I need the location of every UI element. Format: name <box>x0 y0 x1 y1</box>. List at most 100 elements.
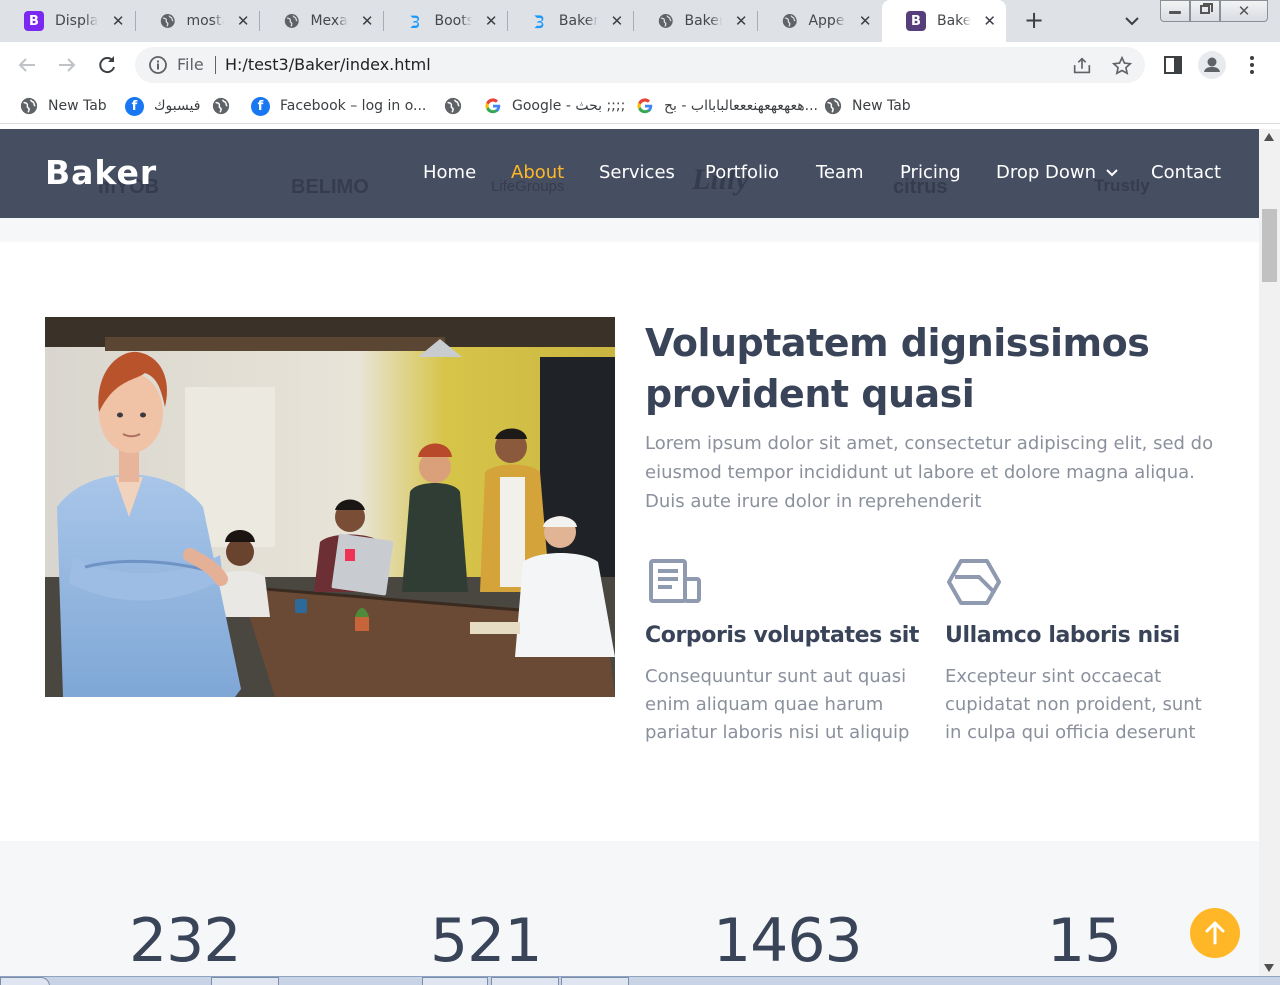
globe-icon <box>212 97 230 115</box>
bookmark-item[interactable] <box>444 96 462 116</box>
clients-section-bottom <box>0 218 1259 242</box>
browser-tab[interactable]: Baker ✕ <box>508 0 634 42</box>
nav-about[interactable]: About <box>511 162 564 183</box>
nav-home[interactable]: Home <box>423 162 476 183</box>
browser-tab[interactable]: Append ✕ <box>758 0 882 42</box>
globe-icon <box>444 97 462 115</box>
browser-tab[interactable]: Bootstrap ✕ <box>384 0 508 42</box>
start-button[interactable] <box>0 977 50 985</box>
globe-icon <box>782 14 797 28</box>
hexagon-cube-icon <box>947 559 1001 605</box>
bookmark-item[interactable]: f فيسبوك <box>125 96 200 116</box>
feature-title: Ullamco laboris nisi <box>945 623 1180 648</box>
count-value: 15 <box>1047 906 1122 976</box>
scroll-down-arrow-icon[interactable] <box>1264 964 1274 972</box>
globe-icon <box>658 14 673 28</box>
tab-title: mostafa <box>186 13 224 29</box>
minimize-button[interactable] <box>1160 0 1190 22</box>
globe-icon <box>160 14 175 28</box>
bookmark-item[interactable]: f Facebook – log in o... <box>251 96 426 116</box>
taskbar-item[interactable] <box>211 977 279 985</box>
back-arrow-icon[interactable] <box>15 53 39 77</box>
url-scheme-label: File <box>177 55 204 74</box>
close-icon[interactable]: ✕ <box>236 12 250 30</box>
scroll-up-arrow-icon[interactable] <box>1264 133 1274 141</box>
bootstrap-icon: B <box>24 11 44 31</box>
google-icon <box>485 98 501 114</box>
window-close-button[interactable]: ✕ <box>1220 0 1268 22</box>
google-icon <box>637 98 653 114</box>
nav-contact[interactable]: Contact <box>1151 162 1221 183</box>
os-taskbar <box>0 976 1280 985</box>
browser-tab[interactable]: Mexant ✕ <box>260 0 384 42</box>
tab-title: Baker <box>937 13 972 29</box>
nav-pricing[interactable]: Pricing <box>900 162 961 183</box>
bootstrapmade-icon <box>410 15 420 28</box>
bookmark-item[interactable]: New Tab <box>20 96 107 116</box>
page-scrollbar[interactable] <box>1259 129 1280 976</box>
bookmark-item[interactable]: New Tab <box>824 96 911 116</box>
bookmark-label: فيسبوك <box>154 98 201 114</box>
close-icon[interactable]: ✕ <box>610 12 624 30</box>
bookmark-item[interactable]: هعهعهعهنعععالبابااب - بح... <box>636 96 818 116</box>
chevron-down-icon <box>1106 169 1118 177</box>
bootstrap-icon: B <box>906 11 926 31</box>
browser-tab-active[interactable]: B Baker ✕ <box>882 0 1006 42</box>
restore-button[interactable] <box>1190 0 1220 22</box>
about-lead: Lorem ipsum dolor sit amet, consectetur … <box>645 433 1214 512</box>
close-icon[interactable]: ✕ <box>734 12 748 30</box>
chevron-down-icon[interactable] <box>1122 11 1142 31</box>
count-value: 232 <box>129 906 242 976</box>
taskbar-item[interactable] <box>422 977 488 985</box>
close-icon[interactable]: ✕ <box>983 12 996 30</box>
forward-arrow-icon[interactable] <box>55 53 79 77</box>
person-icon <box>1204 57 1220 72</box>
globe-icon <box>824 97 842 115</box>
bookmarks-bar: New Tab f فيسبوك f Facebook – log in o..… <box>0 88 1280 124</box>
bookmark-label: New Tab <box>852 98 911 114</box>
tab-title: Baker <box>684 13 723 29</box>
bookmark-item[interactable]: Google - بحث ;;;; <box>484 96 625 116</box>
feature-text: Consequuntur sunt aut quasi enim aliquam… <box>645 666 910 743</box>
back-to-top-button[interactable] <box>1190 908 1240 958</box>
tab-title: Append <box>808 13 846 29</box>
taskbar-item[interactable] <box>561 977 629 985</box>
star-bookmark-icon[interactable] <box>1111 55 1133 77</box>
tab-title: Mexant <box>310 13 348 29</box>
browser-tab-strip: B Display ✕ mostafa ✕ Mexant ✕ Bootstrap… <box>0 0 1280 42</box>
share-icon[interactable] <box>1071 55 1093 77</box>
site-header: mYOB BELIMO LifeGroups Lilly citrus Trus… <box>0 129 1259 218</box>
nav-dropdown[interactable]: Drop Down <box>996 162 1119 183</box>
nav-services[interactable]: Services <box>599 162 675 183</box>
close-icon[interactable]: ✕ <box>110 12 126 30</box>
close-icon[interactable]: ✕ <box>858 12 872 30</box>
browser-tab[interactable]: mostafa ✕ <box>136 0 260 42</box>
nav-team[interactable]: Team <box>816 162 864 183</box>
site-logo[interactable]: Baker <box>45 153 157 192</box>
counts-section: 232 521 1463 15 <box>0 841 1259 976</box>
nav-dropdown-label: Drop Down <box>996 162 1097 183</box>
feature-text: Excepteur sint occaecat cupidatat non pr… <box>945 666 1202 743</box>
side-panel-icon[interactable] <box>1161 53 1185 77</box>
close-icon[interactable]: ✕ <box>484 12 498 30</box>
kebab-menu-icon[interactable] <box>1240 53 1264 77</box>
info-icon[interactable] <box>148 55 168 75</box>
bookmark-label: Facebook – log in o... <box>280 98 427 114</box>
browser-tab[interactable]: Baker ✕ <box>634 0 758 42</box>
browser-tab[interactable]: B Display ✕ <box>0 0 136 42</box>
count-value: 1463 <box>713 906 863 976</box>
bookmark-label: Google - بحث ;;;; <box>512 98 626 114</box>
taskbar-item[interactable] <box>491 977 559 985</box>
count-value: 521 <box>430 906 543 976</box>
globe-icon <box>284 14 299 28</box>
profile-avatar[interactable] <box>1198 51 1226 79</box>
url-text[interactable]: H:/test3/Baker/index.html <box>225 55 431 74</box>
scrollbar-thumb[interactable] <box>1262 209 1277 282</box>
address-bar[interactable]: File H:/test3/Baker/index.html <box>135 47 1145 83</box>
new-tab-button[interactable]: + <box>1022 8 1046 33</box>
bookmark-label: هعهعهعهنعععالبابااب - بح... <box>664 98 818 114</box>
bookmark-item[interactable] <box>212 96 230 116</box>
close-icon[interactable]: ✕ <box>360 12 374 30</box>
nav-portfolio[interactable]: Portfolio <box>705 162 779 183</box>
reload-icon[interactable] <box>95 53 119 77</box>
